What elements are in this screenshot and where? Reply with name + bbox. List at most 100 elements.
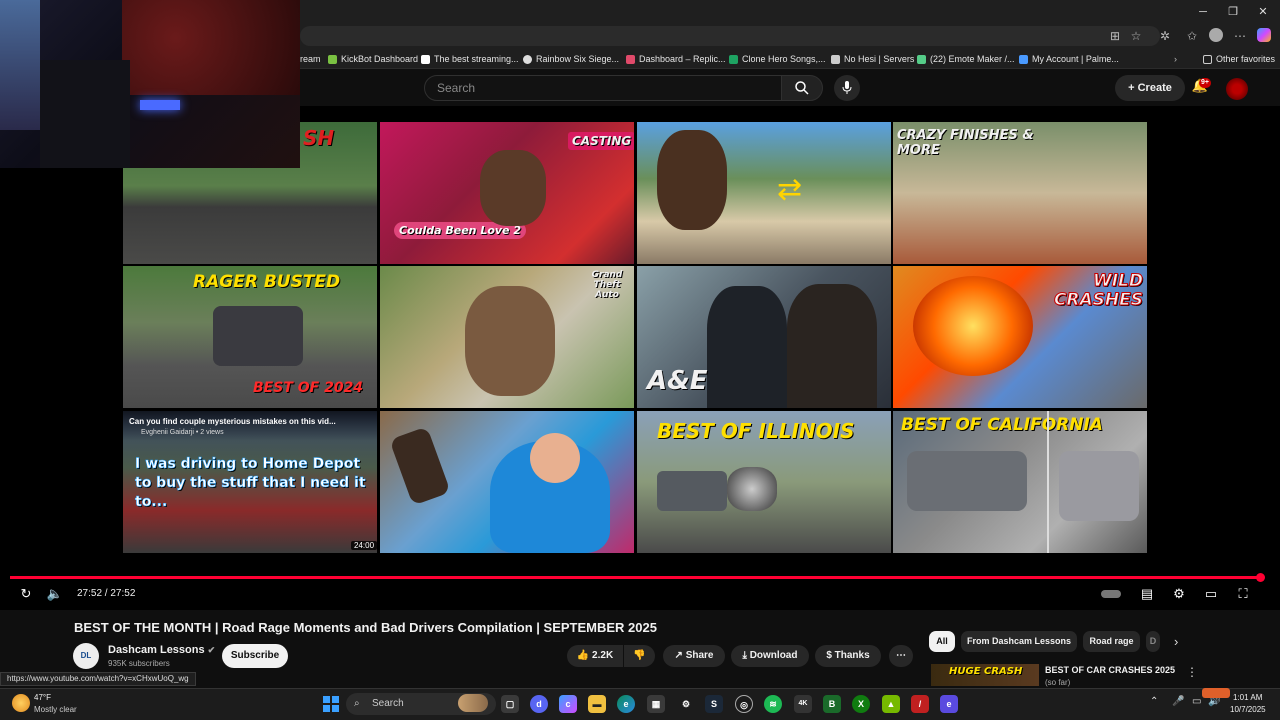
favorites-icon[interactable]: ✩ [1184, 28, 1200, 44]
chip-all[interactable]: All [929, 631, 955, 652]
tray-chevron-icon[interactable]: ⌃ [1150, 696, 1158, 707]
copilot-icon[interactable] [1256, 28, 1272, 44]
endscreen-video-thumb[interactable] [380, 411, 634, 553]
display-tray-icon[interactable]: ▭ [1192, 696, 1201, 707]
discord-icon[interactable]: d [530, 695, 548, 713]
bookmark-item[interactable]: Dashboard – Replic... [626, 52, 726, 66]
chip-partial[interactable]: D [1146, 631, 1160, 652]
spotify-icon[interactable]: ≋ [764, 695, 782, 713]
thumb-title-text: BEST OF CALIFORNIA [901, 415, 1103, 435]
edge-browser-icon[interactable]: e [617, 695, 635, 713]
bookmark-item[interactable]: KickBot Dashboard [328, 52, 418, 66]
app-b-icon[interactable]: B [823, 695, 841, 713]
bookmark-item[interactable]: Rainbow Six Siege... [523, 52, 619, 66]
recommended-video-title[interactable]: BEST OF CAR CRASHES 2025 [1045, 665, 1175, 675]
channel-name[interactable]: Dashcam Lessons ✔ [108, 644, 215, 656]
bookmark-item[interactable]: Clone Hero Songs,... [729, 52, 826, 66]
extensions-icon[interactable]: ✲ [1157, 28, 1173, 44]
share-button[interactable]: ↗ Share [663, 645, 725, 667]
store-icon[interactable]: ▦ [647, 695, 665, 713]
nvidia-icon[interactable]: ▲ [882, 695, 900, 713]
endscreen-video-thumb[interactable]: CASTING Coulda Been Love 2 [380, 122, 634, 264]
task-view-icon[interactable]: ▢ [501, 695, 519, 713]
thanks-button[interactable]: $ Thanks [815, 645, 881, 667]
face-shape [530, 433, 580, 483]
close-window-button[interactable]: ✕ [1248, 4, 1278, 20]
microphone-tray-icon[interactable]: 🎤 [1172, 696, 1184, 707]
chip-from-channel[interactable]: From Dashcam Lessons [961, 631, 1077, 652]
endscreen-video-thumb[interactable]: ⇄ [637, 122, 891, 264]
dislike-button[interactable]: 👎 [624, 645, 655, 667]
profile-icon[interactable] [1208, 28, 1224, 44]
file-explorer-icon[interactable]: ▬ [588, 695, 606, 713]
progress-scrubber[interactable] [1256, 573, 1265, 582]
app-red-icon[interactable]: / [911, 695, 929, 713]
endscreen-video-thumb[interactable]: CRAZY FINISHES & MORE [893, 122, 1147, 264]
app-circle-icon[interactable]: ◎ [735, 695, 753, 713]
weather-condition[interactable]: Mostly clear [34, 705, 77, 714]
volume-icon[interactable]: 🔈 [46, 586, 64, 602]
xbox-icon[interactable]: X [852, 695, 870, 713]
bookmark-item[interactable]: ream [300, 52, 321, 66]
bookmark-item[interactable]: My Account | Palme... [1019, 52, 1119, 66]
steam-icon[interactable]: S [705, 695, 723, 713]
other-favorites-folder[interactable]: Other favorites [1203, 52, 1275, 66]
copilot-app-icon[interactable]: c [559, 695, 577, 713]
4k-downloader-icon[interactable]: 4K [794, 695, 812, 713]
progress-bar[interactable] [10, 576, 1262, 579]
fullscreen-icon[interactable]: ⛶ [1234, 586, 1252, 602]
more-menu-icon[interactable]: ⋯ [1232, 28, 1248, 44]
account-avatar[interactable] [1226, 78, 1248, 100]
maximize-button[interactable]: ❐ [1218, 4, 1248, 20]
start-windows-icon[interactable] [322, 695, 340, 713]
app-available-icon[interactable]: ⊞ [1107, 28, 1123, 44]
replay-icon[interactable]: ↻ [17, 586, 35, 602]
like-button[interactable]: 👍 2.2K [567, 645, 623, 667]
bookmark-item[interactable]: No Hesi | Servers [831, 52, 914, 66]
more-actions-button[interactable]: ⋯ [889, 645, 913, 667]
endscreen-video-thumb[interactable]: BEST OF ILLINOIS [637, 411, 891, 553]
search-highlight-image[interactable] [458, 694, 488, 712]
captions-icon[interactable]: ▤ [1138, 586, 1156, 602]
thanks-icon: $ [826, 650, 835, 661]
subscriber-count: 935K subscribers [108, 659, 170, 668]
endscreen-video-thumb[interactable]: A&E [637, 266, 891, 408]
autoplay-toggle[interactable] [1101, 586, 1121, 602]
address-field[interactable] [300, 26, 1160, 46]
clock-date[interactable]: 10/7/2025 [1230, 705, 1266, 714]
link-status-url: https://www.youtube.com/watch?v=xCHxwUoQ… [0, 672, 196, 686]
clock-time[interactable]: 1:01 AM [1233, 693, 1262, 702]
notification-toast-preview[interactable] [1202, 688, 1230, 698]
endscreen-video-thumb[interactable]: BEST OF CALIFORNIA [893, 411, 1147, 553]
search-button[interactable] [781, 75, 823, 101]
chip-road-rage[interactable]: Road rage [1083, 631, 1140, 652]
subscribe-button[interactable]: Subscribe [222, 644, 288, 668]
settings-gear-icon[interactable]: ⚙ [1170, 586, 1188, 602]
recommended-video-thumb[interactable]: HUGE CRASH [931, 664, 1039, 686]
endscreen-video-thumb[interactable]: WILD CRASHES [893, 266, 1147, 408]
bookmark-item[interactable]: (22) Emote Maker /... [917, 52, 1015, 66]
voice-search-button[interactable] [834, 75, 860, 101]
bookmarks-overflow-chevron-icon[interactable]: › [1174, 52, 1177, 66]
download-button[interactable]: ⤓ Download [731, 645, 809, 667]
chips-next-chevron-icon[interactable]: › [1174, 634, 1178, 649]
weather-moon-icon[interactable] [12, 694, 30, 712]
search-input[interactable]: Search [424, 75, 782, 101]
download-icon: ⤓ [742, 650, 750, 661]
weather-temp[interactable]: 47°F [34, 693, 51, 702]
endscreen-video-thumb[interactable]: Grand Theft Auto [380, 266, 634, 408]
endscreen-video-thumb[interactable]: RAGER BUSTED BEST OF 2024 [123, 266, 377, 408]
create-button[interactable]: + Create [1115, 75, 1185, 101]
channel-avatar[interactable]: DL [73, 643, 99, 669]
minimize-button[interactable]: ─ [1188, 4, 1218, 20]
time-display: 27:52 / 27:52 [77, 588, 136, 599]
rec-more-menu-icon[interactable]: ⋮ [1186, 665, 1198, 679]
settings-app-icon[interactable]: ⚙ [677, 695, 695, 713]
endscreen-video-thumb[interactable]: Can you find couple mysterious mistakes … [123, 411, 377, 553]
favorite-star-icon[interactable]: ☆ [1128, 28, 1144, 44]
app-purple-icon[interactable]: e [940, 695, 958, 713]
video-title: BEST OF THE MONTH | Road Rage Moments an… [74, 620, 657, 635]
theater-mode-icon[interactable]: ▭ [1202, 586, 1220, 602]
thumbs-down-icon: 👎 [633, 650, 646, 661]
bookmark-item[interactable]: The best streaming... [421, 52, 519, 66]
